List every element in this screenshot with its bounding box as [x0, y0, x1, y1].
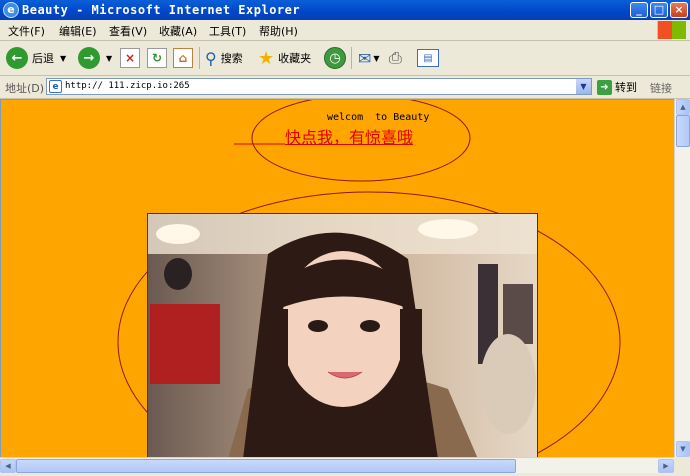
ie-logo-icon: e [3, 2, 19, 18]
title-bar: e Beauty - Microsoft Internet Explorer _… [0, 0, 690, 20]
surprise-link[interactable]: 快点我，有惊喜哦 [285, 124, 413, 148]
refresh-icon: ↻ [147, 48, 167, 68]
refresh-button[interactable]: ↻ [147, 45, 167, 71]
photo-illustration [148, 214, 537, 457]
favorites-button[interactable]: ★ 收藏夹 [258, 45, 311, 71]
menu-favorites[interactable]: 收藏(A) [159, 23, 197, 39]
toolbar-separator [351, 47, 352, 69]
history-button[interactable]: ◷ [324, 45, 346, 71]
go-label: 转到 [615, 81, 637, 94]
horizontal-scrollbar[interactable]: ◀ ▶ [0, 457, 674, 473]
mail-button[interactable]: ✉ ▼ [358, 45, 380, 71]
stop-button[interactable]: × [120, 45, 140, 71]
address-dropdown-icon[interactable]: ▼ [576, 79, 591, 94]
search-label: 搜索 [220, 52, 243, 65]
address-url: http:// 111.zicp.io:265 [65, 81, 190, 91]
print-button[interactable]: ⎙ [389, 45, 402, 71]
close-button[interactable]: × [670, 2, 688, 18]
back-label: 后退 [32, 52, 54, 65]
menu-bar: 文件(F) 编辑(E) 查看(V) 收藏(A) 工具(T) 帮助(H) [0, 20, 690, 41]
search-button[interactable]: ⚲ 搜索 [205, 45, 243, 71]
toolbar: ← 后退 ▼ → ▼ × ↻ ⌂ ⚲ 搜索 ★ 收藏夹 ◷ ✉ ▼ ⎙ ▤ [0, 41, 690, 76]
history-icon: ◷ [324, 47, 346, 69]
print-icon: ⎙ [389, 48, 402, 67]
forward-dropdown-icon[interactable]: ▼ [106, 54, 112, 63]
menu-help[interactable]: 帮助(H) [259, 23, 298, 39]
address-bar: 地址(D) e http:// 111.zicp.io:265 ▼ ➜ 转到 链… [0, 76, 690, 99]
edit-button[interactable]: ▤ [417, 45, 439, 71]
search-icon: ⚲ [205, 48, 217, 68]
page-viewport: welcom to Beauty 快点我，有惊喜哦 [0, 99, 674, 457]
scroll-right-icon[interactable]: ▶ [658, 459, 674, 473]
forward-button[interactable]: → ▼ [78, 45, 112, 71]
welcome-text: welcom to Beauty [327, 112, 430, 123]
menu-edit[interactable]: 编辑(E) [59, 23, 97, 39]
address-input[interactable]: e http:// 111.zicp.io:265 ▼ [46, 78, 592, 95]
windows-flag-icon [657, 21, 686, 39]
vertical-scroll-thumb[interactable] [676, 115, 690, 147]
mail-icon: ✉ [358, 48, 372, 68]
menu-view[interactable]: 查看(V) [109, 23, 147, 39]
window-title: Beauty - Microsoft Internet Explorer [22, 3, 301, 17]
go-button[interactable]: ➜ 转到 [597, 79, 637, 95]
back-dropdown-icon[interactable]: ▼ [60, 54, 66, 63]
menu-tools[interactable]: 工具(T) [209, 23, 246, 39]
scroll-up-icon[interactable]: ▲ [676, 99, 690, 115]
edit-page-icon: ▤ [417, 49, 439, 67]
toolbar-separator [199, 47, 200, 69]
scroll-left-icon[interactable]: ◀ [0, 459, 16, 473]
minimize-button[interactable]: _ [630, 2, 648, 18]
mail-dropdown-icon[interactable]: ▼ [373, 54, 379, 63]
menu-file[interactable]: 文件(F) [8, 23, 45, 39]
portrait-photo [147, 213, 538, 457]
forward-arrow-icon: → [78, 47, 100, 69]
stop-icon: × [120, 48, 140, 68]
star-icon: ★ [258, 47, 275, 69]
back-arrow-icon: ← [6, 47, 28, 69]
back-button[interactable]: ← 后退 ▼ [6, 45, 66, 71]
horizontal-scroll-thumb[interactable] [16, 459, 516, 473]
favorites-label: 收藏夹 [278, 52, 312, 65]
vertical-scrollbar[interactable]: ▲ ▼ [674, 99, 690, 457]
go-arrow-icon: ➜ [597, 79, 612, 95]
address-label: 地址(D) [5, 82, 45, 95]
page-icon: e [49, 80, 62, 93]
maximize-button[interactable]: □ [650, 2, 668, 18]
links-button[interactable]: 链接 [650, 80, 672, 96]
home-button[interactable]: ⌂ [173, 45, 193, 71]
scroll-down-icon[interactable]: ▼ [676, 441, 690, 457]
home-icon: ⌂ [173, 48, 193, 68]
